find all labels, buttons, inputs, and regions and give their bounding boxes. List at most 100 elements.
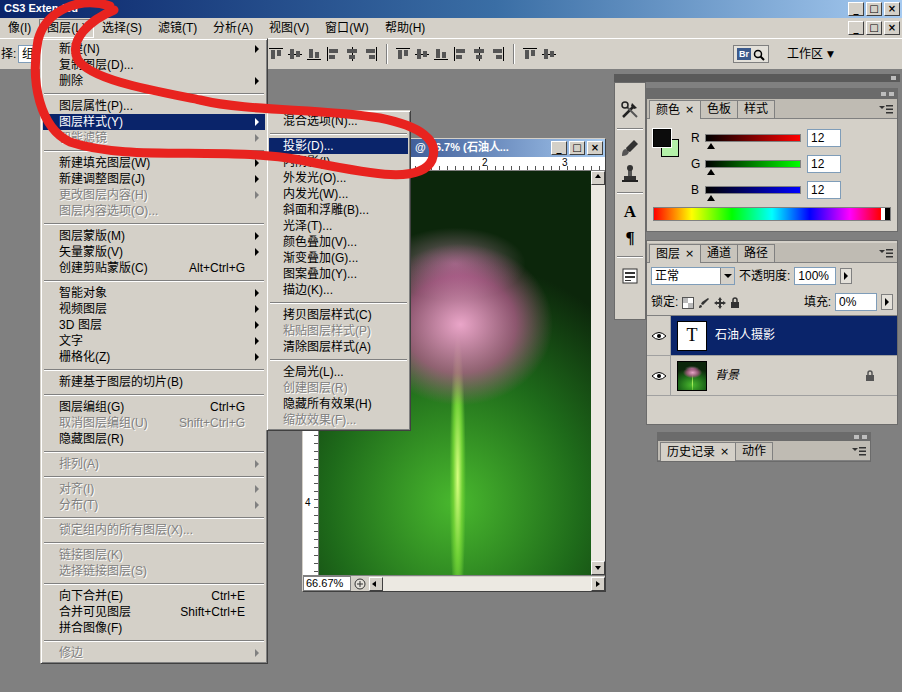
- menu-bar-item[interactable]: 像(I): [0, 19, 39, 38]
- menu-item[interactable]: 删除: [43, 73, 265, 89]
- restore-button[interactable]: □: [866, 21, 882, 35]
- menu-bar-item[interactable]: 帮助(H): [377, 19, 434, 38]
- close-button[interactable]: ×: [884, 21, 900, 35]
- align-icon[interactable]: [325, 46, 341, 62]
- panel-tab[interactable]: 动作: [735, 442, 773, 460]
- color-ramp[interactable]: [653, 207, 891, 221]
- menu-item[interactable]: 新建填充图层(W): [43, 155, 265, 171]
- foreground-swatch[interactable]: [653, 129, 671, 147]
- align-icon[interactable]: [433, 46, 449, 62]
- menu-item[interactable]: 全局光(L)...: [269, 364, 408, 380]
- panel-tab[interactable]: 色板: [700, 100, 738, 118]
- menu-item[interactable]: 内发光(W)...: [269, 186, 408, 202]
- lock-transparency-icon[interactable]: [682, 295, 694, 309]
- channel-slider[interactable]: [705, 134, 801, 142]
- character-button[interactable]: A: [616, 199, 644, 225]
- tools-button[interactable]: [616, 97, 644, 123]
- menu-item[interactable]: 3D 图层: [43, 317, 265, 333]
- scroll-down-button[interactable]: [591, 561, 605, 575]
- align-icon[interactable]: [344, 46, 360, 62]
- workspace-button[interactable]: 工作区▼: [783, 46, 838, 62]
- scroll-up-button[interactable]: [591, 171, 605, 185]
- zoom-field[interactable]: 66.67%: [303, 576, 351, 591]
- menu-bar-item[interactable]: 滤镜(T): [150, 19, 205, 38]
- panel-menu-icon[interactable]: [879, 248, 893, 258]
- align-icon[interactable]: [490, 46, 506, 62]
- menu-item[interactable]: 颜色叠加(V)...: [269, 234, 408, 250]
- channel-slider[interactable]: [705, 160, 801, 168]
- menu-item[interactable]: 投影(D)...: [269, 138, 408, 154]
- menu-item[interactable]: 图层属性(P)...: [43, 98, 265, 114]
- menu-item[interactable]: 斜面和浮雕(B)...: [269, 202, 408, 218]
- menu-item[interactable]: 外发光(O)...: [269, 170, 408, 186]
- tab-close-button[interactable]: ×: [720, 443, 729, 461]
- paragraph-button[interactable]: ¶: [616, 225, 644, 251]
- vertical-scrollbar[interactable]: [591, 171, 605, 575]
- panel-close-icon[interactable]: [889, 92, 894, 96]
- channel-slider[interactable]: [705, 186, 801, 194]
- panel-minimize-icon[interactable]: [854, 435, 859, 439]
- menu-bar-item[interactable]: 图层(L): [39, 19, 94, 38]
- panel-minimize-icon[interactable]: [881, 92, 886, 96]
- clone-source-button[interactable]: [616, 161, 644, 187]
- fill-slider-button[interactable]: [881, 294, 893, 310]
- align-icon[interactable]: [306, 46, 322, 62]
- menu-item[interactable]: 新建基于图层的切片(B): [43, 374, 265, 390]
- blend-mode-dropdown[interactable]: 正常: [651, 267, 735, 285]
- layer-row[interactable]: T石油人摄影: [647, 316, 897, 356]
- scroll-left-button[interactable]: [369, 577, 383, 591]
- panel-tab[interactable]: 颜色×: [649, 100, 701, 119]
- align-icon[interactable]: [287, 46, 303, 62]
- menu-item[interactable]: 文字: [43, 333, 265, 349]
- align-icon[interactable]: [395, 46, 411, 62]
- menu-item[interactable]: 光泽(T)...: [269, 218, 408, 234]
- layer-thumbnail[interactable]: T: [677, 321, 707, 351]
- menu-item[interactable]: 向下合并(E)Ctrl+E: [43, 588, 265, 604]
- slider-thumb[interactable]: [707, 195, 715, 201]
- menu-item[interactable]: 图层编组(G)Ctrl+G: [43, 399, 265, 415]
- channel-value[interactable]: 12: [807, 129, 841, 147]
- menu-item[interactable]: 新建(N): [43, 41, 265, 57]
- restore-button[interactable]: □: [569, 141, 585, 155]
- menu-item[interactable]: 复制图层(D)...: [43, 57, 265, 73]
- minimize-button[interactable]: _: [848, 2, 864, 16]
- menu-item[interactable]: 隐藏所有效果(H): [269, 396, 408, 412]
- close-button[interactable]: ×: [884, 2, 900, 16]
- menu-item[interactable]: 创建剪贴蒙版(C)Alt+Ctrl+G: [43, 260, 265, 276]
- channel-value[interactable]: 12: [807, 155, 841, 173]
- menu-item[interactable]: 新建调整图层(J): [43, 171, 265, 187]
- layer-row[interactable]: 背景: [647, 356, 897, 396]
- layer-comps-button[interactable]: [616, 263, 644, 289]
- lock-position-icon[interactable]: [714, 295, 726, 309]
- brushes-button[interactable]: [616, 135, 644, 161]
- menu-item[interactable]: 内阴影(I)...: [269, 154, 408, 170]
- panel-tab[interactable]: 通道: [700, 244, 738, 262]
- menu-item[interactable]: 智能对象: [43, 285, 265, 301]
- status-info-icon[interactable]: [351, 578, 369, 590]
- opacity-field[interactable]: 100%: [794, 267, 836, 285]
- lock-all-icon[interactable]: [730, 295, 740, 309]
- bridge-button[interactable]: Br: [733, 45, 769, 63]
- horizontal-scrollbar[interactable]: [369, 577, 605, 591]
- menu-bar-item[interactable]: 视图(V): [261, 19, 317, 38]
- visibility-toggle[interactable]: [647, 316, 671, 355]
- menu-item[interactable]: 图层样式(Y): [43, 114, 265, 130]
- align-icon[interactable]: [363, 46, 379, 62]
- minimize-button[interactable]: _: [551, 141, 567, 155]
- layer-thumbnail[interactable]: [677, 361, 707, 391]
- menu-item[interactable]: 视频图层: [43, 301, 265, 317]
- panel-tab[interactable]: 历史记录×: [660, 442, 736, 461]
- panel-tab[interactable]: 图层×: [649, 244, 701, 263]
- align-icon[interactable]: [471, 46, 487, 62]
- menu-item[interactable]: 渐变叠加(G)...: [269, 250, 408, 266]
- panel-tab[interactable]: 样式: [737, 100, 775, 118]
- lock-pixels-icon[interactable]: [698, 295, 710, 309]
- panel-tab[interactable]: 路径: [737, 244, 775, 262]
- auto-select-dropdown[interactable]: 组: [18, 45, 40, 63]
- channel-value[interactable]: 12: [807, 181, 841, 199]
- panel-menu-icon[interactable]: [852, 446, 866, 456]
- align-icon[interactable]: [414, 46, 430, 62]
- fill-field[interactable]: 0%: [835, 293, 877, 311]
- slider-thumb[interactable]: [707, 143, 715, 149]
- menu-item[interactable]: 矢量蒙版(V): [43, 244, 265, 260]
